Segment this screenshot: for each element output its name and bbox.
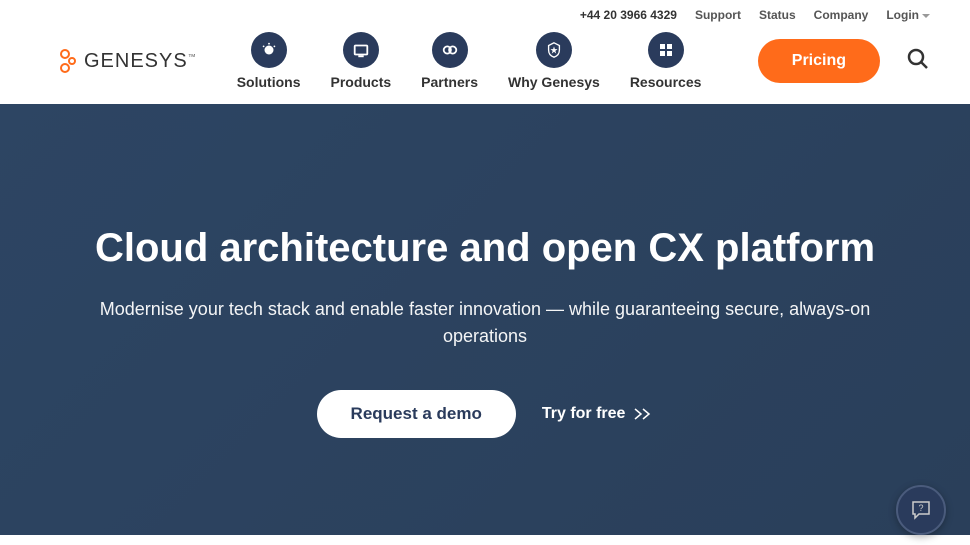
nav-label: Why Genesys (508, 74, 600, 90)
nav-resources[interactable]: Resources (630, 32, 702, 90)
nav-label: Solutions (237, 74, 301, 90)
company-link[interactable]: Company (814, 8, 869, 22)
link-icon (432, 32, 468, 68)
try-free-link[interactable]: Try for free (542, 405, 654, 423)
nav-items: Solutions Products Partners Why Genesys … (237, 32, 734, 90)
forward-icon (633, 407, 653, 421)
nav-products[interactable]: Products (330, 32, 391, 90)
svg-text:?: ? (918, 503, 923, 513)
main-navigation: GENESYS™ Solutions Products Partners Why (0, 26, 970, 104)
nav-label: Partners (421, 74, 478, 90)
request-demo-button[interactable]: Request a demo (317, 390, 516, 438)
hero-title: Cloud architecture and open CX platform (60, 224, 910, 272)
pricing-button[interactable]: Pricing (758, 39, 880, 83)
nav-label: Products (330, 74, 391, 90)
search-icon[interactable] (906, 47, 930, 76)
support-link[interactable]: Support (695, 8, 741, 22)
grid-icon (648, 32, 684, 68)
hero-subtitle: Modernise your tech stack and enable fas… (60, 296, 910, 350)
lightbulb-icon (251, 32, 287, 68)
top-utility-bar: +44 20 3966 4329 Support Status Company … (0, 0, 970, 26)
status-link[interactable]: Status (759, 8, 796, 22)
try-free-label: Try for free (542, 405, 626, 423)
chat-widget-button[interactable]: ? (896, 485, 946, 535)
logo[interactable]: GENESYS™ (60, 49, 197, 73)
chevron-down-icon (922, 14, 930, 18)
login-link[interactable]: Login (886, 8, 930, 22)
nav-why-genesys[interactable]: Why Genesys (508, 32, 600, 90)
hero-section: Cloud architecture and open CX platform … (0, 104, 970, 535)
nav-partners[interactable]: Partners (421, 32, 478, 90)
nav-label: Resources (630, 74, 702, 90)
logo-icon (60, 49, 78, 73)
logo-text: GENESYS™ (84, 50, 197, 73)
monitor-icon (343, 32, 379, 68)
chat-icon: ? (908, 497, 934, 523)
nav-solutions[interactable]: Solutions (237, 32, 301, 90)
phone-number[interactable]: +44 20 3966 4329 (580, 8, 677, 22)
hero-cta-row: Request a demo Try for free (60, 390, 910, 438)
shield-star-icon (536, 32, 572, 68)
